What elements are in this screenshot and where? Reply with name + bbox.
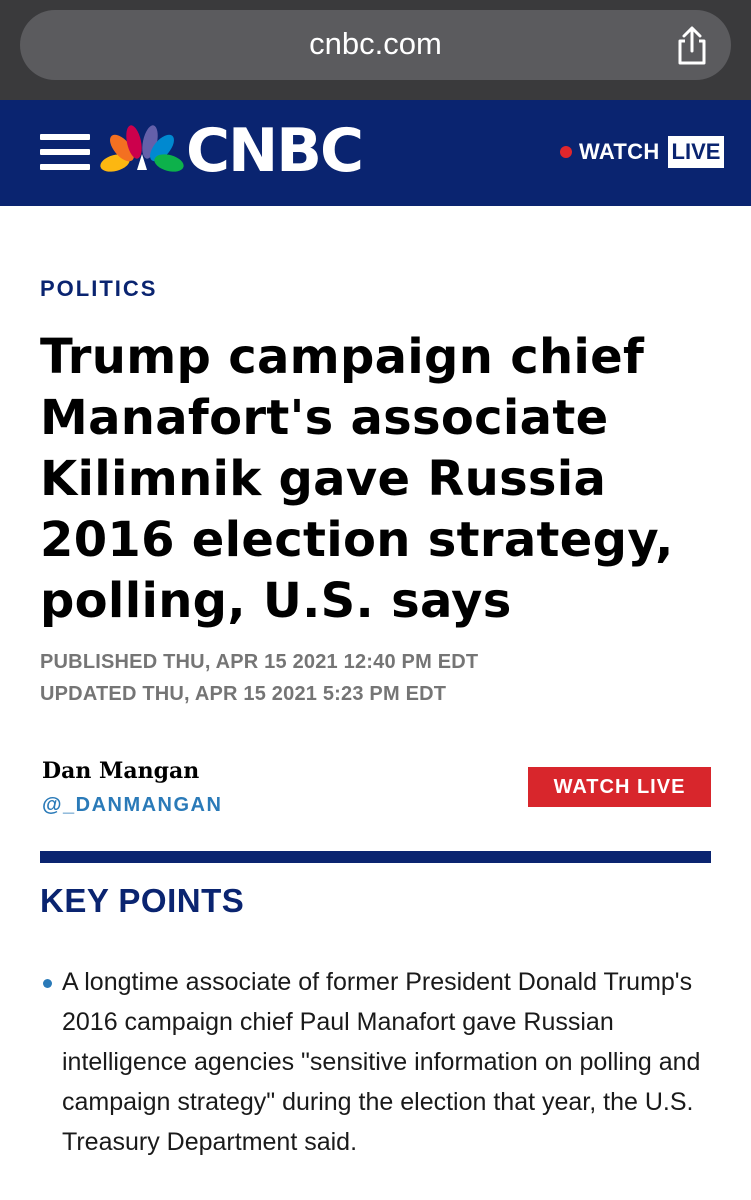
key-point-item: A longtime associate of former President… — [62, 968, 701, 1156]
author-name[interactable]: Dan Mangan — [42, 758, 199, 784]
watch-live-link[interactable]: WATCH LIVE — [560, 136, 725, 168]
live-label: LIVE — [667, 136, 725, 168]
author-twitter-handle[interactable]: @_DANMANGAN — [42, 794, 222, 817]
published-timestamp: PUBLISHED THU, APR 15 2021 12:40 PM EDT — [40, 651, 479, 673]
key-points-divider — [40, 851, 711, 863]
live-dot-icon — [560, 146, 572, 158]
site-header: CNBC WATCH LIVE — [0, 100, 751, 206]
watch-live-button[interactable]: WATCH LIVE — [528, 767, 711, 807]
watch-label: WATCH — [579, 139, 660, 164]
key-points-heading: KEY POINTS — [40, 882, 245, 919]
share-icon[interactable] — [670, 24, 714, 68]
cnbc-wordmark[interactable]: CNBC — [186, 114, 364, 188]
hamburger-menu-icon[interactable] — [40, 134, 90, 170]
bullet-icon — [43, 979, 52, 988]
section-label[interactable]: POLITICS — [40, 276, 157, 302]
updated-timestamp: UPDATED THU, APR 15 2021 5:23 PM EDT — [40, 683, 447, 705]
browser-toolbar: cnbc.com — [0, 0, 751, 100]
nbc-peacock-icon[interactable] — [100, 125, 184, 175]
url-text[interactable]: cnbc.com — [20, 10, 731, 80]
article-headline: Trump campaign chief Manafort's associat… — [40, 329, 674, 629]
address-bar[interactable]: cnbc.com — [20, 10, 731, 80]
